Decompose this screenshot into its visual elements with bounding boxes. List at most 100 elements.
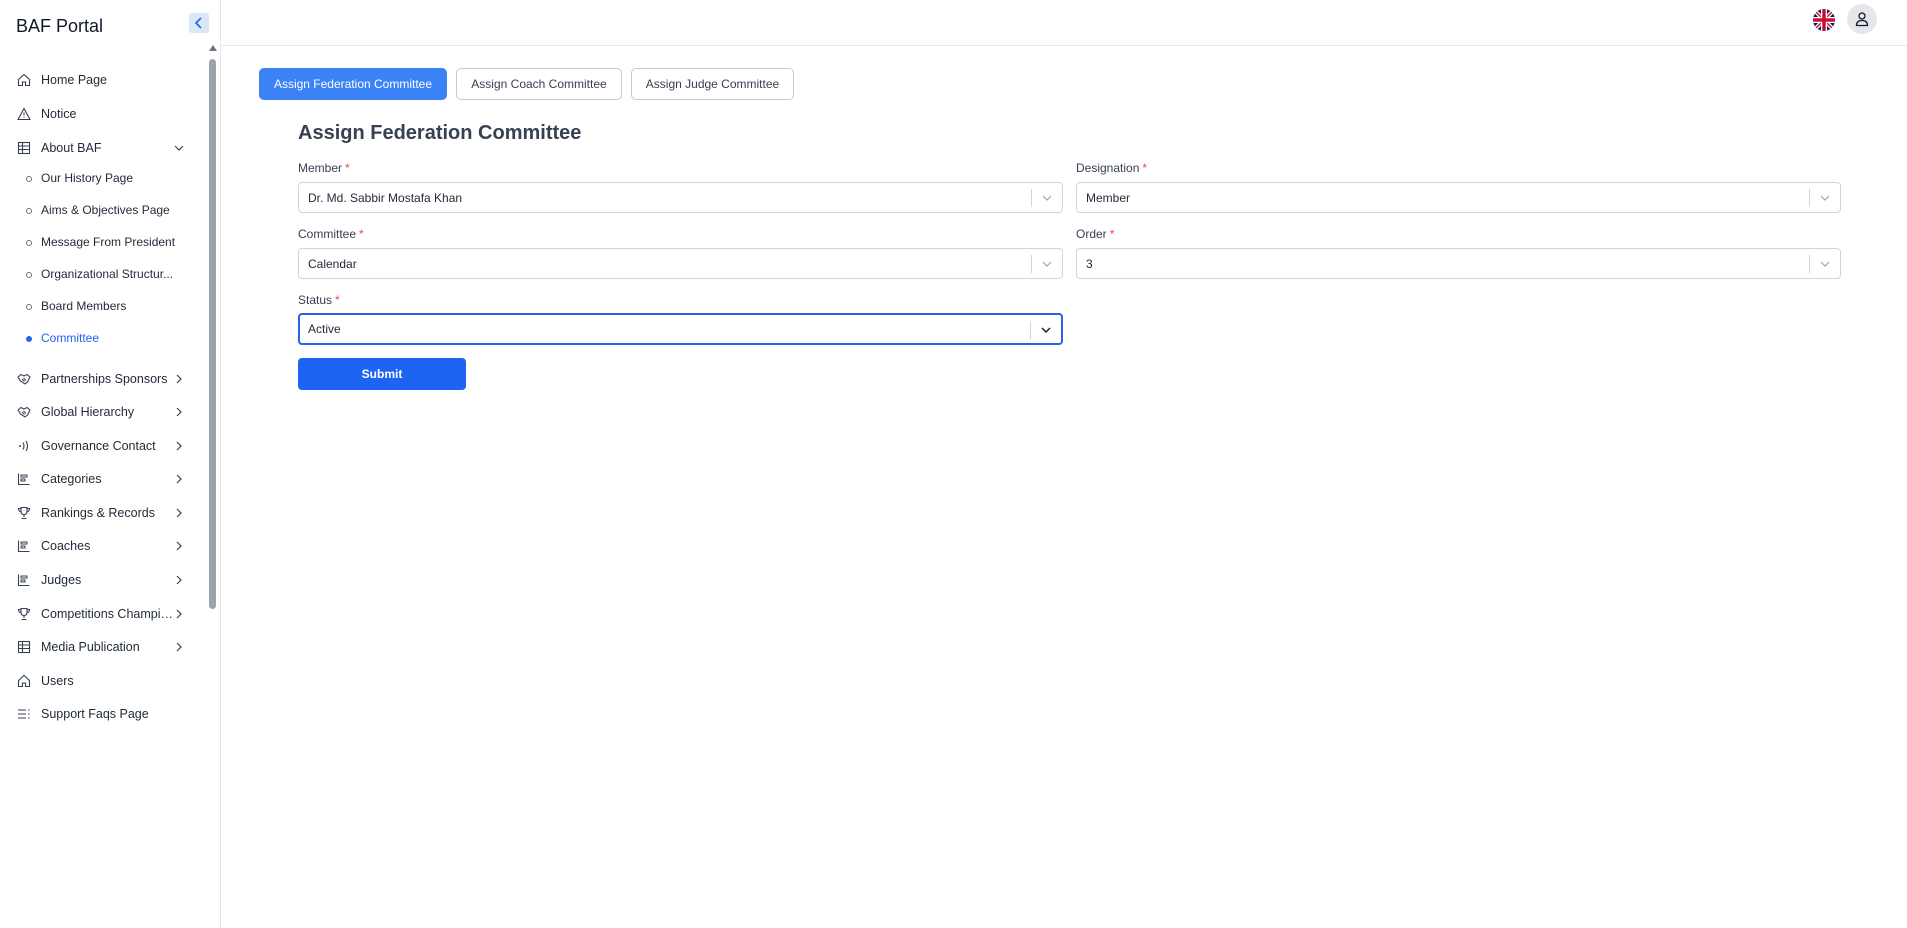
designation-label: Designation * [1076,161,1147,175]
chevron-right-icon [173,406,185,418]
language-flag-icon[interactable] [1813,9,1835,31]
chevron-down-icon[interactable] [1819,259,1831,269]
sidebar-item-judges[interactable]: Judges [0,566,200,594]
chevron-right-icon [173,440,185,452]
table-icon [16,140,32,156]
sidebar-subitem-label: Organizational Structur... [41,267,174,281]
select-separator [1809,255,1810,273]
chevron-right-icon [173,608,185,620]
sidebar-item-label: Home Page [41,73,108,87]
select-separator [1031,189,1032,207]
sidebar-item-label: Media Publication [41,640,140,654]
chevron-down-icon[interactable] [1041,193,1053,203]
sidebar-item-label: Categories [41,472,102,486]
required-mark: * [1142,161,1148,175]
bullet-icon [26,336,32,342]
select-separator [1031,255,1032,273]
chevron-right-icon [173,473,185,485]
chevron-right-icon [173,507,185,519]
sidebar-item-label: Competitions Champio... [41,607,176,621]
order-select[interactable]: 3 [1076,248,1841,279]
required-mark: * [1109,227,1115,241]
chevron-down-icon[interactable] [1040,325,1052,335]
tab-assign-coach-committee[interactable]: Assign Coach Committee [456,68,622,100]
sidebar-item-notice[interactable]: Notice [0,100,200,128]
submit-button[interactable]: Submit [298,358,466,390]
sidebar-item-home-page[interactable]: Home Page [0,66,200,94]
bullet-icon [26,304,32,310]
member-label: Member * [298,161,350,175]
chart-icon [16,572,32,588]
sidebar-item-rankings-records[interactable]: Rankings & Records [0,499,200,527]
chevron-down-icon[interactable] [1041,259,1053,269]
tab-assign-judge-committee[interactable]: Assign Judge Committee [631,68,794,100]
status-select-value: Active [308,322,341,336]
list-icon [16,706,32,722]
sidebar-subitem-our-history[interactable]: Our History Page [0,166,200,192]
select-separator [1030,321,1031,339]
sidebar-item-label: Judges [41,573,82,587]
chevron-right-icon [173,574,185,586]
page-title: Assign Federation Committee [298,122,582,144]
handshake-icon [16,371,32,387]
sidebar-item-label: Global Hierarchy [41,405,135,419]
chevron-left-icon [194,17,202,29]
chevron-right-icon [173,373,185,385]
sidebar-item-about-baf[interactable]: About BAF [0,134,200,162]
bullet-icon [26,240,32,246]
trophy-icon [16,606,32,622]
sidebar-item-label: Notice [41,107,77,121]
status-label-text: Status [298,293,333,307]
sidebar-subitem-organizational-structure[interactable]: Organizational Structur... [0,262,200,288]
chevron-right-icon [173,641,185,653]
scrollbar-thumb[interactable] [209,59,216,609]
sidebar-item-competitions-championships[interactable]: Competitions Champio... [0,600,200,628]
chevron-right-icon [173,540,185,552]
sidebar-subitem-aims-objectives[interactable]: Aims & Objectives Page [0,198,200,224]
sidebar-item-media-publication[interactable]: Media Publication [0,633,200,661]
user-icon [1855,12,1869,27]
bullet-icon [26,272,32,278]
status-select[interactable]: Active [298,313,1063,345]
member-select[interactable]: Dr. Md. Sabbir Mostafa Khan [298,182,1063,213]
committee-label: Committee * [298,227,364,241]
sidebar-item-partnerships-sponsors[interactable]: Partnerships Sponsors [0,365,200,393]
tab-assign-federation-committee[interactable]: Assign Federation Committee [259,68,447,100]
committee-label-text: Committee [298,227,357,241]
app-title: BAF Portal [16,16,104,36]
sidebar-subitem-label: Our History Page [41,171,134,185]
home-icon [16,673,32,689]
required-mark: * [359,227,364,241]
member-select-value: Dr. Md. Sabbir Mostafa Khan [308,191,463,205]
scroll-up-arrow-icon[interactable] [209,45,217,51]
committee-select-value: Calendar [308,257,357,271]
committee-select[interactable]: Calendar [298,248,1063,279]
order-select-value: 3 [1086,257,1093,271]
chart-icon [16,471,32,487]
designation-label-text: Designation [1076,161,1140,175]
chevron-down-icon[interactable] [1819,193,1831,203]
user-avatar-button[interactable] [1847,4,1877,34]
sidebar-item-governance-contact[interactable]: Governance Contact [0,432,200,460]
sidebar-item-users[interactable]: Users [0,667,200,695]
sidebar-subitem-board-members[interactable]: Board Members [0,294,200,320]
sidebar-item-support-faqs[interactable]: Support Faqs Page [0,700,200,728]
sidebar-collapse-button[interactable] [189,13,209,33]
sidebar-item-categories[interactable]: Categories [0,465,200,493]
designation-select[interactable]: Member [1076,182,1841,213]
sidebar-subitem-message-from-president[interactable]: Message From President [0,230,200,256]
sidebar-subitem-label: Message From President [41,235,176,249]
required-mark: * [345,161,350,175]
sidebar-subitem-label: Board Members [41,299,127,313]
handshake-icon [16,404,32,420]
sidebar-scrollbar[interactable] [209,45,217,610]
sidebar-item-global-hierarchy[interactable]: Global Hierarchy [0,398,200,426]
sidebar-subitem-committee[interactable]: Committee [0,326,200,352]
home-icon [16,72,32,88]
chart-icon [16,538,32,554]
top-header [221,0,1907,46]
sidebar-item-coaches[interactable]: Coaches [0,532,200,560]
status-label: Status * [298,293,340,307]
sidebar: BAF Portal Home Page Notice About BAF Ou… [0,0,221,928]
sidebar-item-label: Partnerships Sponsors [41,372,168,386]
